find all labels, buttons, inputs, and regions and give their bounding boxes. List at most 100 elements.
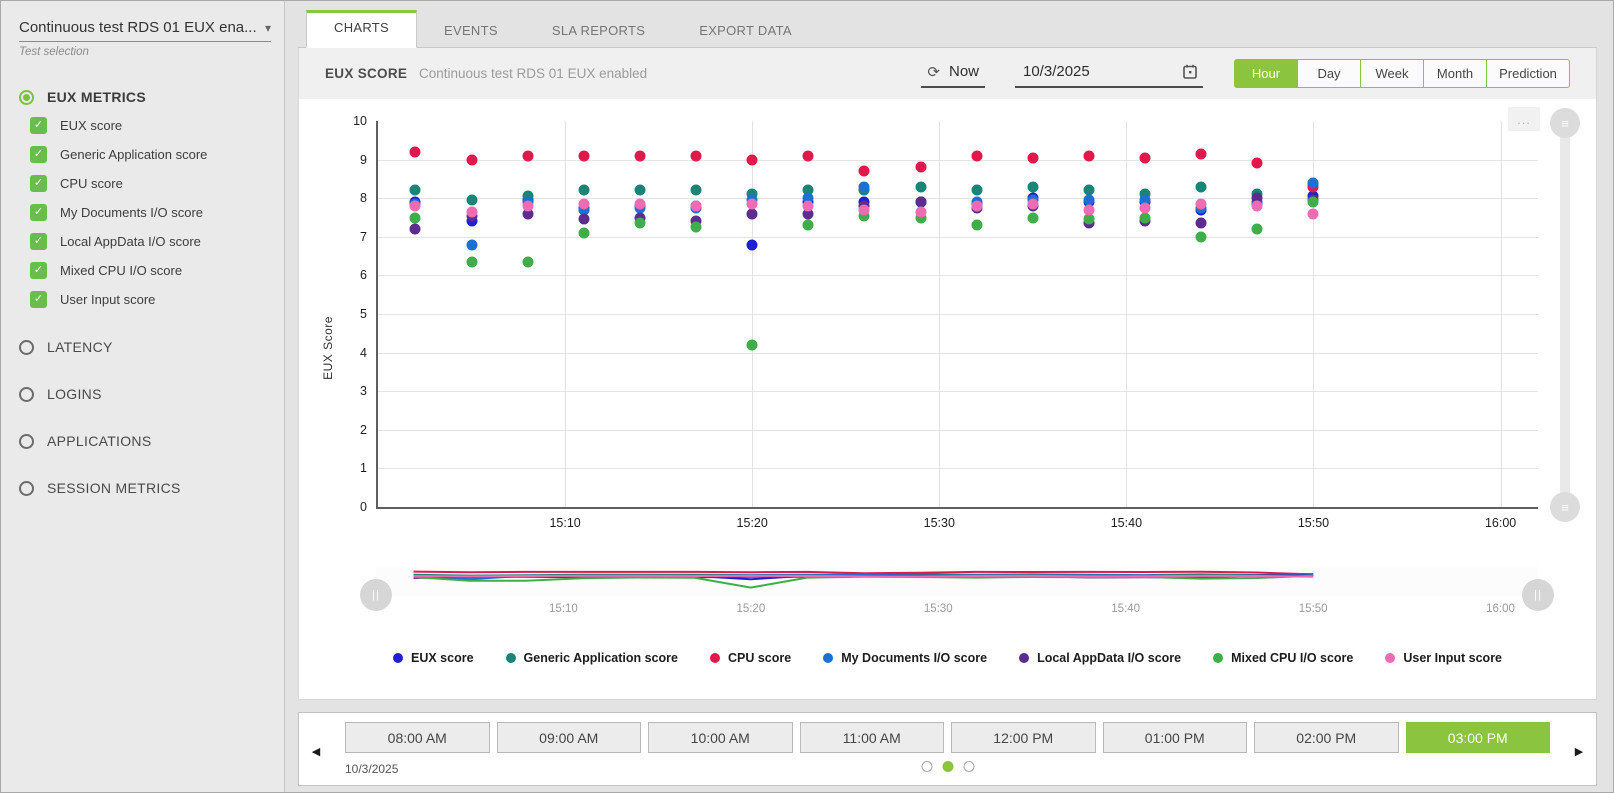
data-point-user-input-score[interactable] (1027, 198, 1038, 209)
hour-button-01-00-pm[interactable]: 01:00 PM (1103, 722, 1248, 753)
data-point-mixed-cpu-i-o-score[interactable] (1308, 197, 1319, 208)
sidebar-item-logins[interactable]: LOGINS (19, 386, 268, 402)
legend-item-my-documents-i-o-score[interactable]: My Documents I/O score (823, 651, 987, 665)
data-point-user-input-score[interactable] (1252, 200, 1263, 211)
radio-icon[interactable] (19, 434, 34, 449)
radio-icon[interactable] (19, 340, 34, 355)
now-button[interactable]: ⟳ Now (921, 60, 985, 88)
data-point-mixed-cpu-i-o-score[interactable] (747, 339, 758, 350)
data-point-local-appdata-i-o-score[interactable] (578, 214, 589, 225)
vertical-zoom-slider[interactable]: ≡ ≡ (1560, 121, 1570, 509)
data-point-cpu-score[interactable] (466, 154, 477, 165)
data-point-user-input-score[interactable] (578, 198, 589, 209)
checkbox-checked-icon[interactable]: ✓ (30, 233, 47, 250)
data-point-cpu-score[interactable] (1196, 148, 1207, 159)
data-point-generic-application-score[interactable] (466, 195, 477, 206)
data-point-mixed-cpu-i-o-score[interactable] (803, 220, 814, 231)
data-point-generic-application-score[interactable] (971, 185, 982, 196)
pagination-dot-2[interactable] (942, 761, 953, 772)
data-point-generic-application-score[interactable] (915, 181, 926, 192)
tab-charts[interactable]: CHARTS (306, 10, 417, 48)
sidebar-item-latency[interactable]: LATENCY (19, 339, 268, 355)
sidebar-item-session-metrics[interactable]: SESSION METRICS (19, 480, 268, 496)
data-point-mixed-cpu-i-o-score[interactable] (1083, 214, 1094, 225)
checkbox-checked-icon[interactable]: ✓ (30, 291, 47, 308)
metric-local-appdata-i-o-score[interactable]: ✓Local AppData I/O score (30, 233, 268, 250)
data-point-mixed-cpu-i-o-score[interactable] (634, 218, 645, 229)
time-range-navigator[interactable]: || || (376, 567, 1538, 597)
tab-events[interactable]: EVENTS (417, 10, 525, 47)
radio-icon[interactable] (19, 481, 34, 496)
data-point-mixed-cpu-i-o-score[interactable] (971, 220, 982, 231)
data-point-my-documents-i-o-score[interactable] (1308, 177, 1319, 188)
data-point-mixed-cpu-i-o-score[interactable] (578, 227, 589, 238)
data-point-user-input-score[interactable] (803, 200, 814, 211)
data-point-user-input-score[interactable] (634, 198, 645, 209)
data-point-mixed-cpu-i-o-score[interactable] (522, 256, 533, 267)
hour-button-11-00-am[interactable]: 11:00 AM (800, 722, 945, 753)
data-point-cpu-score[interactable] (1252, 158, 1263, 169)
checkbox-checked-icon[interactable]: ✓ (30, 117, 47, 134)
data-point-mixed-cpu-i-o-score[interactable] (1027, 212, 1038, 223)
data-point-local-appdata-i-o-score[interactable] (410, 224, 421, 235)
data-point-mixed-cpu-i-o-score[interactable] (410, 212, 421, 223)
data-point-generic-application-score[interactable] (578, 185, 589, 196)
hour-button-02-00-pm[interactable]: 02:00 PM (1254, 722, 1399, 753)
data-point-user-input-score[interactable] (1308, 208, 1319, 219)
next-hours-arrow[interactable]: ▶ (1566, 721, 1592, 781)
data-point-generic-application-score[interactable] (410, 185, 421, 196)
legend-item-cpu-score[interactable]: CPU score (710, 651, 791, 665)
range-button-month[interactable]: Month (1423, 59, 1487, 88)
navigator-right-handle-icon[interactable]: || (1522, 579, 1554, 611)
metric-mixed-cpu-i-o-score[interactable]: ✓Mixed CPU I/O score (30, 262, 268, 279)
slider-handle-top-icon[interactable]: ≡ (1550, 108, 1580, 138)
data-point-user-input-score[interactable] (522, 200, 533, 211)
data-point-cpu-score[interactable] (859, 166, 870, 177)
data-point-cpu-score[interactable] (971, 150, 982, 161)
data-point-user-input-score[interactable] (410, 200, 421, 211)
data-point-user-input-score[interactable] (1140, 202, 1151, 213)
data-point-user-input-score[interactable] (1196, 198, 1207, 209)
data-point-user-input-score[interactable] (691, 200, 702, 211)
hour-button-09-00-am[interactable]: 09:00 AM (497, 722, 642, 753)
sidebar-item-eux-metrics[interactable]: EUX METRICS (19, 89, 268, 105)
hour-button-03-00-pm[interactable]: 03:00 PM (1406, 722, 1551, 753)
range-button-week[interactable]: Week (1360, 59, 1424, 88)
data-point-cpu-score[interactable] (1027, 152, 1038, 163)
metric-my-documents-i-o-score[interactable]: ✓My Documents I/O score (30, 204, 268, 221)
data-point-cpu-score[interactable] (1140, 152, 1151, 163)
chart-menu-button[interactable]: ... (1508, 107, 1540, 131)
legend-item-eux-score[interactable]: EUX score (393, 651, 474, 665)
data-point-cpu-score[interactable] (691, 150, 702, 161)
legend-item-user-input-score[interactable]: User Input score (1385, 651, 1502, 665)
checkbox-checked-icon[interactable]: ✓ (30, 175, 47, 192)
metric-cpu-score[interactable]: ✓CPU score (30, 175, 268, 192)
data-point-mixed-cpu-i-o-score[interactable] (1140, 212, 1151, 223)
date-picker-field[interactable]: 10/3/2025 (1015, 60, 1203, 88)
data-point-local-appdata-i-o-score[interactable] (747, 208, 758, 219)
radio-selected-icon[interactable] (19, 90, 34, 105)
range-button-hour[interactable]: Hour (1234, 59, 1298, 88)
previous-hours-arrow[interactable]: ◀ (303, 721, 329, 781)
tab-export-data[interactable]: EXPORT DATA (672, 10, 819, 47)
tab-sla-reports[interactable]: SLA REPORTS (525, 10, 672, 47)
data-point-my-documents-i-o-score[interactable] (859, 181, 870, 192)
data-point-cpu-score[interactable] (747, 154, 758, 165)
data-point-eux-score[interactable] (747, 239, 758, 250)
pagination-dot-3[interactable] (963, 761, 974, 772)
data-point-user-input-score[interactable] (971, 200, 982, 211)
data-point-user-input-score[interactable] (915, 206, 926, 217)
data-point-cpu-score[interactable] (578, 150, 589, 161)
data-point-generic-application-score[interactable] (691, 185, 702, 196)
navigator-left-handle-icon[interactable]: || (360, 579, 392, 611)
legend-item-mixed-cpu-i-o-score[interactable]: Mixed CPU I/O score (1213, 651, 1353, 665)
checkbox-checked-icon[interactable]: ✓ (30, 146, 47, 163)
sidebar-item-applications[interactable]: APPLICATIONS (19, 433, 268, 449)
metric-generic-application-score[interactable]: ✓Generic Application score (30, 146, 268, 163)
checkbox-checked-icon[interactable]: ✓ (30, 204, 47, 221)
data-point-cpu-score[interactable] (522, 150, 533, 161)
legend-item-local-appdata-i-o-score[interactable]: Local AppData I/O score (1019, 651, 1181, 665)
data-point-cpu-score[interactable] (634, 150, 645, 161)
data-point-my-documents-i-o-score[interactable] (466, 239, 477, 250)
data-point-mixed-cpu-i-o-score[interactable] (1196, 231, 1207, 242)
